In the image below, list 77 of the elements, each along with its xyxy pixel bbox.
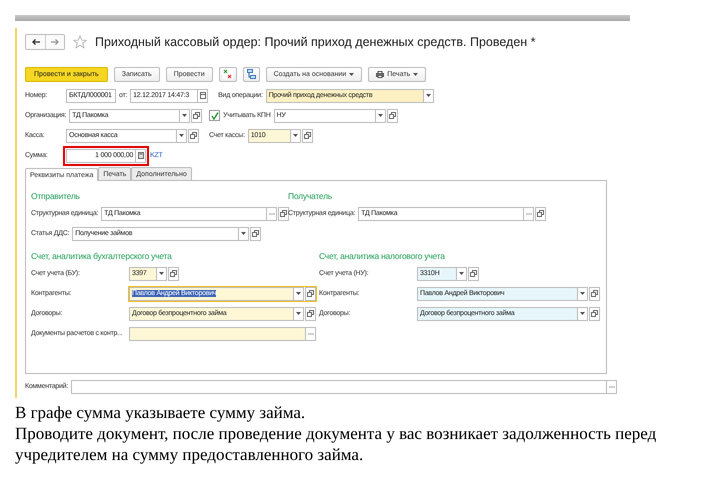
caret-icon: [182, 114, 188, 117]
section-heading: Получатель: [288, 190, 333, 201]
caret-icon: [296, 292, 301, 295]
caret-icon: [580, 292, 585, 295]
text-field[interactable]: [129, 326, 306, 340]
printer-icon: [376, 70, 384, 78]
dropdown-button[interactable]: [239, 226, 250, 240]
caret-icon: [459, 272, 464, 275]
open-button[interactable]: [168, 266, 179, 280]
dropdown-button[interactable]: [294, 306, 304, 320]
dt-kt-icon: [222, 69, 233, 79]
open-button[interactable]: [589, 306, 600, 320]
open-button[interactable]: [468, 266, 479, 280]
dropdown-button[interactable]: [180, 108, 190, 122]
structure-button[interactable]: [242, 66, 260, 82]
caret-icon: [349, 72, 354, 76]
open-button[interactable]: [302, 128, 313, 142]
hierarchy-icon: [246, 69, 256, 79]
copy-icon: [170, 270, 177, 277]
open-button[interactable]: [188, 128, 199, 142]
paragraph: Проводите документ, после проведение документа у вас возникает задолженность перед учредителем на сумму предоставленного займа.: [15, 423, 658, 465]
dropdown-button[interactable]: [578, 286, 588, 300]
dropdown-button[interactable]: [177, 128, 187, 142]
copy-icon: [591, 290, 598, 297]
caret-icon: [378, 114, 383, 117]
open-button[interactable]: [278, 206, 290, 220]
checkmark-icon: [210, 112, 219, 120]
text-field[interactable]: [71, 380, 608, 394]
copy-icon: [591, 310, 598, 317]
caret-icon: [241, 232, 246, 235]
copy-icon: [388, 112, 396, 119]
dropdown-button[interactable]: [290, 128, 301, 142]
copy-icon: [280, 210, 288, 217]
calculator-icon: [138, 152, 144, 159]
forward-arrow-icon: [51, 39, 59, 45]
copy-icon: [252, 230, 260, 237]
copy-icon: [304, 132, 311, 139]
checkbox[interactable]: [209, 110, 220, 121]
open-button[interactable]: [535, 206, 546, 220]
star-icon[interactable]: [73, 35, 87, 49]
copy-icon: [307, 310, 314, 317]
dropdown-button[interactable]: [578, 306, 588, 320]
calendar-icon: [200, 92, 206, 99]
back-arrow-icon: [32, 39, 40, 45]
caret-icon: [413, 72, 418, 76]
copy-icon: [307, 290, 314, 297]
section-heading: Счет, аналитика бухгалтерского учета: [31, 250, 173, 261]
caret-icon: [580, 312, 585, 315]
caret-icon: [179, 134, 184, 137]
paragraph: В графе сумма указываете сумму займа.: [15, 402, 306, 423]
ledger-button[interactable]: [218, 66, 237, 82]
dropdown-button[interactable]: [157, 266, 167, 280]
dropdown-button[interactable]: [424, 88, 434, 102]
back-button[interactable]: [26, 35, 45, 49]
caret-icon: [296, 312, 301, 315]
dropdown-button[interactable]: [294, 286, 304, 300]
open-button[interactable]: [386, 108, 398, 122]
dropdown-button[interactable]: [376, 108, 386, 122]
open-button[interactable]: [589, 286, 600, 300]
calculator-button[interactable]: [136, 148, 146, 162]
copy-icon: [470, 270, 477, 277]
calendar-button[interactable]: [198, 88, 208, 102]
caret-icon: [426, 94, 431, 97]
copy-icon: [193, 112, 200, 119]
open-button[interactable]: [305, 286, 316, 300]
caret-icon: [159, 272, 164, 275]
copy-icon: [190, 132, 197, 139]
window-title: Приходный кассовый ордер: Прочий приход денежных средств. Проведен *: [95, 35, 536, 49]
open-button[interactable]: [250, 226, 262, 240]
dropdown-button[interactable]: [457, 266, 467, 280]
section-heading: Счет, аналитика налогового учета: [319, 250, 446, 261]
choose-button[interactable]: [306, 326, 316, 340]
open-button[interactable]: [191, 108, 202, 122]
copy-icon: [537, 210, 544, 217]
caret-icon: [292, 134, 298, 137]
open-button[interactable]: [305, 306, 316, 320]
section-heading: Отправитель: [31, 190, 81, 201]
